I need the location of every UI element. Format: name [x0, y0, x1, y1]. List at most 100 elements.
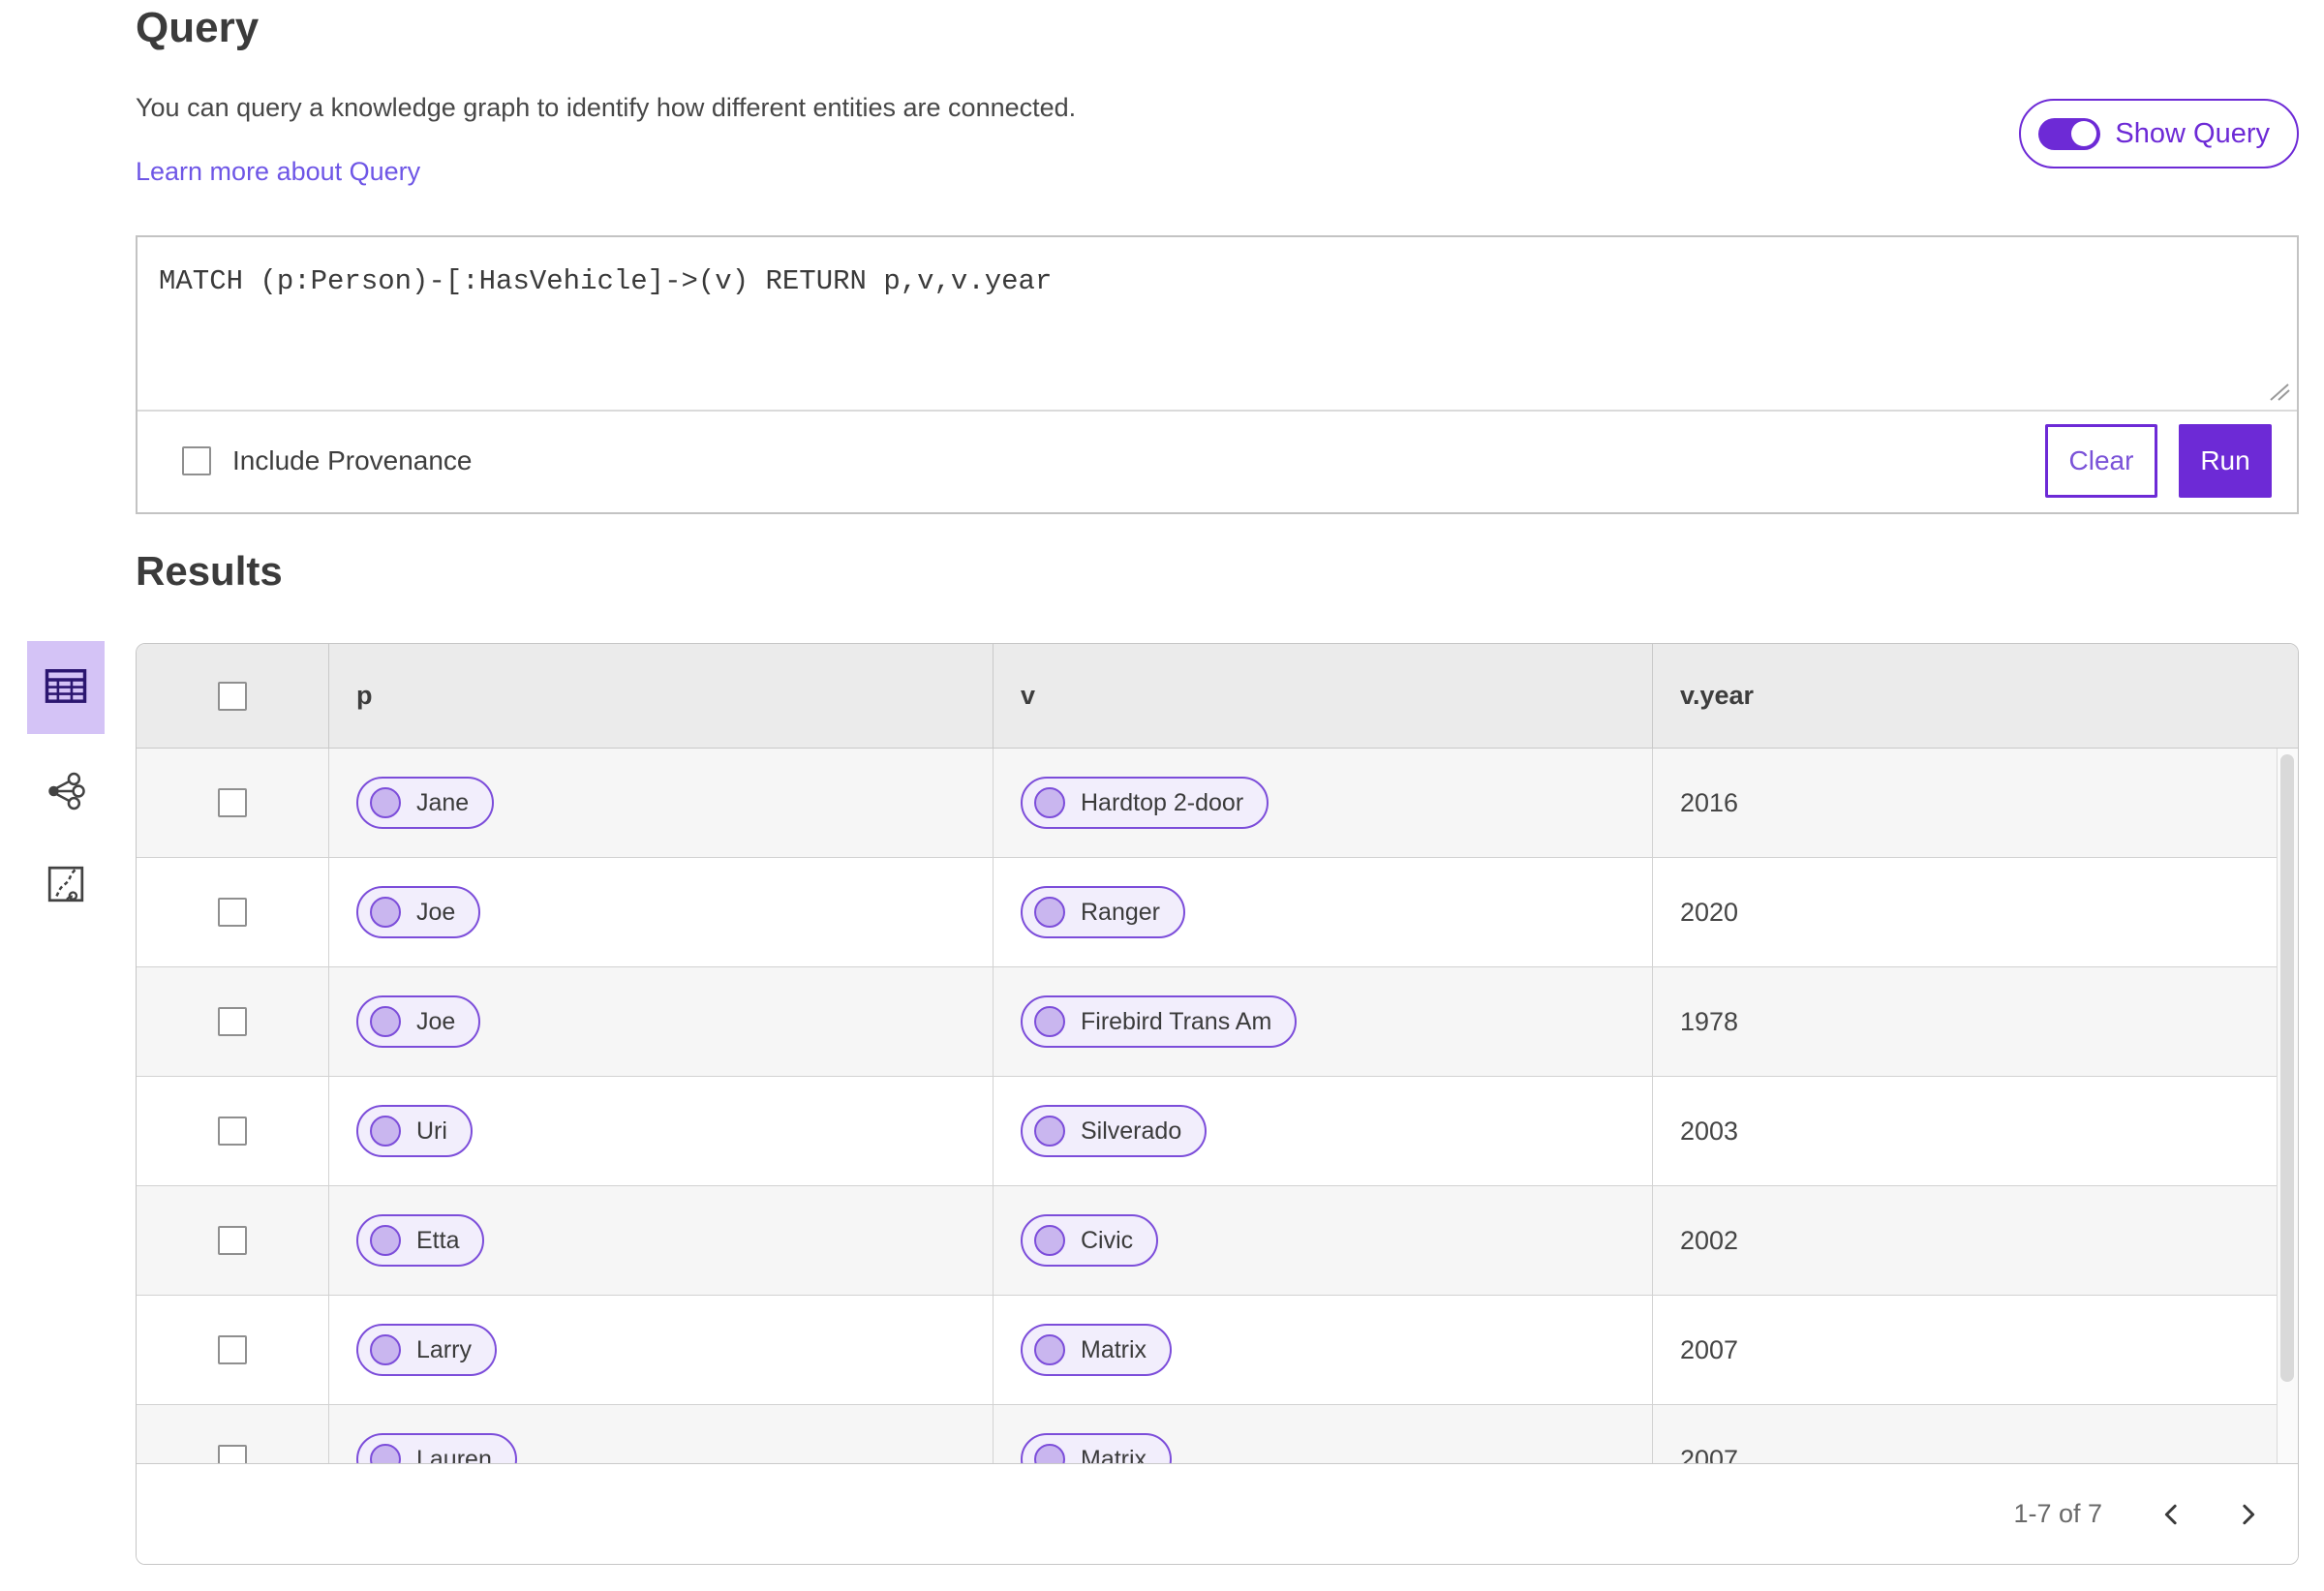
node-icon — [1034, 1225, 1065, 1256]
node-icon — [1034, 787, 1065, 818]
vehicle-pill[interactable]: Hardtop 2-door — [1021, 777, 1269, 829]
vehicle-pill-label: Hardtop 2-door — [1081, 788, 1244, 816]
person-pill[interactable]: Joe — [356, 886, 481, 938]
scrollbar-thumb[interactable] — [2280, 754, 2294, 1382]
vehicle-pill-label: Ranger — [1081, 898, 1160, 926]
graph-view-icon — [44, 771, 88, 814]
map-view-icon — [46, 864, 86, 907]
show-query-toggle[interactable]: Show Query — [2019, 99, 2299, 168]
person-pill-label: Jane — [416, 788, 470, 816]
include-provenance-label: Include Provenance — [232, 445, 473, 475]
view-switcher-rail — [27, 641, 105, 920]
node-icon — [370, 1006, 401, 1037]
person-pill[interactable]: Larry — [356, 1324, 497, 1376]
clear-button[interactable]: Clear — [2045, 424, 2157, 498]
row-checkbox[interactable] — [218, 1226, 247, 1255]
table-row: Larry Matrix 2007 — [137, 1296, 2298, 1405]
person-pill-label: Larry — [416, 1335, 472, 1363]
chevron-right-icon — [2243, 1504, 2255, 1524]
node-icon — [370, 897, 401, 928]
table-header-row: p v v.year — [137, 644, 2298, 749]
results-table: p v v.year Jane Hardtop 2-door 2016 Joe … — [136, 643, 2299, 1565]
table-footer: 1-7 of 7 — [137, 1463, 2298, 1564]
person-pill-label: Joe — [416, 1007, 456, 1035]
node-icon — [370, 1116, 401, 1147]
query-page: Query You can query a knowledge graph to… — [0, 0, 2324, 1591]
show-query-label: Show Query — [2115, 117, 2270, 149]
graph-view-button[interactable] — [27, 757, 105, 827]
pagination-prev-button[interactable] — [2151, 1493, 2193, 1536]
table-row: Uri Silverado 2003 — [137, 1077, 2298, 1186]
column-header-v: v — [993, 644, 1652, 748]
person-pill[interactable]: Lauren — [356, 1433, 517, 1465]
vehicle-pill[interactable]: Firebird Trans Am — [1021, 995, 1298, 1048]
vehicle-pill[interactable]: Ranger — [1021, 886, 1185, 938]
table-row: Etta Civic 2002 — [137, 1186, 2298, 1296]
person-pill-label: Etta — [416, 1226, 460, 1254]
resize-grip-icon[interactable] — [2265, 381, 2292, 402]
person-pill[interactable]: Uri — [356, 1105, 473, 1157]
vehicle-pill[interactable]: Silverado — [1021, 1105, 1208, 1157]
node-icon — [370, 1444, 401, 1465]
vehicle-pill-label: Firebird Trans Am — [1081, 1007, 1272, 1035]
toggle-on-icon[interactable] — [2038, 117, 2101, 150]
year-cell: 1978 — [1652, 967, 2298, 1076]
query-editor-panel: MATCH (p:Person)-[:HasVehicle]->(v) RETU… — [136, 235, 2299, 514]
person-pill[interactable]: Etta — [356, 1214, 485, 1267]
vehicle-pill[interactable]: Civic — [1021, 1214, 1159, 1267]
table-row: Lauren Matrix 2007 — [137, 1405, 2298, 1465]
vehicle-pill-label: Silverado — [1081, 1117, 1182, 1145]
row-checkbox[interactable] — [218, 1445, 247, 1465]
node-icon — [370, 1225, 401, 1256]
page-description: You can query a knowledge graph to ident… — [136, 93, 1077, 122]
vehicle-pill[interactable]: Matrix — [1021, 1433, 1173, 1466]
table-row: Joe Firebird Trans Am 1978 — [137, 967, 2298, 1077]
year-cell: 2002 — [1652, 1186, 2298, 1295]
year-cell: 2007 — [1652, 1405, 2298, 1465]
table-view-button[interactable] — [27, 641, 105, 734]
node-icon — [1034, 1334, 1065, 1365]
node-icon — [370, 1334, 401, 1365]
row-checkbox[interactable] — [218, 898, 247, 927]
vehicle-pill[interactable]: Matrix — [1021, 1324, 1173, 1376]
row-checkbox[interactable] — [218, 1117, 247, 1146]
person-pill[interactable]: Jane — [356, 777, 495, 829]
node-icon — [1034, 897, 1065, 928]
node-icon — [1034, 1006, 1065, 1037]
vehicle-pill-label: Civic — [1081, 1226, 1134, 1254]
table-row: Joe Ranger 2020 — [137, 858, 2298, 967]
select-all-checkbox[interactable] — [218, 681, 247, 711]
vehicle-pill-label: Matrix — [1081, 1335, 1147, 1363]
year-cell: 2020 — [1652, 858, 2298, 966]
table-body: Jane Hardtop 2-door 2016 Joe Ranger 2020… — [137, 749, 2298, 1465]
learn-more-link[interactable]: Learn more about Query — [136, 157, 420, 187]
include-provenance-checkbox[interactable] — [182, 446, 211, 475]
row-checkbox[interactable] — [218, 788, 247, 817]
query-editor: MATCH (p:Person)-[:HasVehicle]->(v) RETU… — [138, 237, 2297, 412]
person-pill-label: Uri — [416, 1117, 447, 1145]
node-icon — [1034, 1444, 1065, 1465]
row-checkbox[interactable] — [218, 1335, 247, 1364]
query-input[interactable]: MATCH (p:Person)-[:HasVehicle]->(v) RETU… — [138, 237, 2297, 410]
main-content: Query You can query a knowledge graph to… — [136, 0, 2299, 1591]
person-pill-label: Lauren — [416, 1445, 492, 1466]
column-header-v-year: v.year — [1652, 644, 2298, 748]
pagination-next-button[interactable] — [2226, 1493, 2269, 1536]
vehicle-pill-label: Matrix — [1081, 1445, 1147, 1466]
vertical-scrollbar[interactable] — [2277, 749, 2298, 1465]
query-controls: Include Provenance Clear Run — [138, 412, 2297, 510]
map-view-button[interactable] — [27, 850, 105, 920]
year-cell: 2016 — [1652, 749, 2298, 857]
row-checkbox[interactable] — [218, 1007, 247, 1036]
person-pill[interactable]: Joe — [356, 995, 481, 1048]
pagination-range: 1-7 of 7 — [2013, 1499, 2102, 1528]
year-cell: 2007 — [1652, 1296, 2298, 1404]
chevron-left-icon — [2164, 1504, 2177, 1524]
run-button[interactable]: Run — [2179, 424, 2272, 498]
node-icon — [370, 787, 401, 818]
table-view-icon — [41, 661, 91, 715]
results-title: Results — [136, 548, 283, 594]
person-pill-label: Joe — [416, 898, 456, 926]
toggle-knob — [2071, 121, 2097, 146]
year-cell: 2003 — [1652, 1077, 2298, 1185]
